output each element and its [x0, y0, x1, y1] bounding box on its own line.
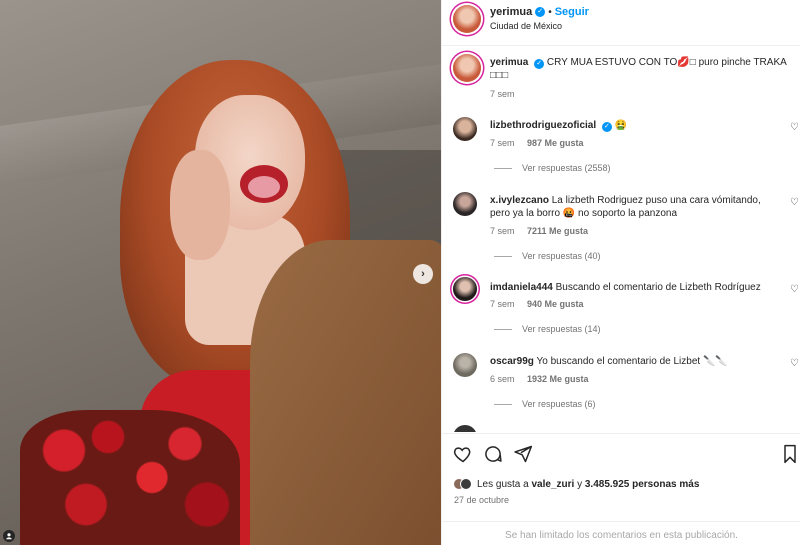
view-replies-button[interactable]: Ver respuestas (6) — [494, 399, 596, 409]
view-replies-button[interactable]: Ver respuestas (40) — [494, 251, 601, 261]
comments-list[interactable]: yerimua ✓ CRY MUA ESTUVO CON TO💋□ puro p… — [442, 47, 800, 432]
liker-avatar — [460, 478, 472, 490]
photo-tongue — [248, 176, 280, 198]
view-replies-button[interactable]: Ver respuestas (2558) — [494, 163, 611, 173]
follow-button[interactable]: Seguir — [555, 6, 589, 18]
separator-dot: • — [548, 6, 552, 18]
replies-divider — [494, 168, 512, 170]
comment-avatar[interactable] — [453, 353, 477, 377]
comment-avatar[interactable] — [453, 277, 477, 301]
post-image[interactable]: › — [0, 0, 441, 545]
post-actions: Les gusta a vale_zuri y 3.485.925 person… — [442, 433, 800, 545]
header-user-row: yerimua ✓ • Seguir — [490, 6, 589, 18]
share-icon[interactable] — [513, 444, 533, 464]
comment-text: Buscando el comentario de Lizbeth Rodríg… — [555, 282, 761, 293]
comment-time[interactable]: 6 sem — [490, 374, 515, 384]
bookmark-icon[interactable] — [781, 444, 800, 464]
heart-icon[interactable]: ♡ — [790, 197, 799, 208]
verified-badge-icon: ✓ — [601, 122, 612, 132]
comment-text-block: x.ivylezcano La lizbeth Rodriguez puso u… — [490, 194, 782, 220]
post-date[interactable]: 27 de octubre — [454, 495, 509, 505]
comment-meta: 7 sem 987 Me gusta — [490, 138, 594, 148]
likes-summary[interactable]: Les gusta a vale_zuri y 3.485.925 person… — [453, 478, 699, 490]
comment-time[interactable]: 7 sem — [490, 299, 515, 309]
caption-avatar[interactable] — [453, 54, 481, 82]
comment-likes[interactable]: 7211 Me gusta — [527, 226, 588, 236]
replies-divider — [494, 404, 512, 406]
comment-avatar[interactable] — [453, 192, 477, 216]
comments-limited-notice: Se han limitado los comentarios en esta … — [442, 521, 800, 545]
location-link[interactable]: Ciudad de México — [490, 21, 562, 31]
likes-middle: y — [574, 478, 585, 490]
caption-time[interactable]: 7 sem — [490, 89, 515, 99]
comment-avatar[interactable] — [453, 117, 477, 141]
post-caption: yerimua ✓ CRY MUA ESTUVO CON TO💋□ puro p… — [490, 56, 790, 82]
comment-text-block: lizbethrodriguezoficial ✓ 🤮 — [490, 119, 782, 132]
comment-icon[interactable] — [483, 444, 503, 464]
comment-username[interactable]: lizbethrodriguezoficial — [490, 120, 596, 131]
photo-hand — [170, 150, 230, 260]
photo-flowers — [20, 410, 240, 545]
comment-avatar[interactable] — [453, 425, 477, 432]
verified-badge-icon: ✓ — [535, 7, 546, 17]
photo-jacket — [250, 240, 441, 545]
comment-text: 🤮 — [614, 120, 628, 131]
likes-text: Les gusta a vale_zuri y 3.485.925 person… — [477, 479, 699, 490]
comment-username[interactable]: x.ivylezcano — [490, 195, 549, 206]
replies-divider — [494, 256, 512, 258]
heart-icon[interactable]: ♡ — [790, 284, 799, 295]
comment-text-block: oscar99g Yo buscando el comentario de Li… — [490, 355, 782, 368]
comment-time[interactable]: 7 sem — [490, 138, 515, 148]
username-link[interactable]: yerimua — [490, 6, 532, 18]
chevron-right-icon[interactable]: › — [413, 264, 433, 284]
view-replies-label: Ver respuestas (40) — [522, 251, 601, 261]
view-replies-label: Ver respuestas (2558) — [522, 163, 611, 173]
comment-time[interactable]: 7 sem — [490, 226, 515, 236]
comment-text: Yo buscando el comentario de Lizbet 🔪🔪 — [536, 356, 728, 367]
view-replies-label: Ver respuestas (14) — [522, 324, 601, 334]
view-replies-label: Ver respuestas (6) — [522, 399, 596, 409]
comment-username[interactable]: imdaniela444 — [490, 282, 553, 293]
heart-icon[interactable]: ♡ — [790, 122, 799, 133]
avatar[interactable] — [453, 5, 481, 33]
verified-badge-icon: ✓ — [534, 59, 545, 69]
post-header: yerimua ✓ • Seguir Ciudad de México — [442, 0, 800, 46]
heart-icon[interactable] — [453, 444, 473, 464]
comment-likes[interactable]: 940 Me gusta — [527, 299, 584, 309]
comment-likes[interactable]: 1932 Me gusta — [527, 374, 589, 384]
likes-prefix: Les gusta a — [477, 478, 532, 490]
heart-icon[interactable]: ♡ — [790, 358, 799, 369]
user-tag-icon[interactable] — [3, 530, 15, 542]
view-replies-button[interactable]: Ver respuestas (14) — [494, 324, 601, 334]
comment-username[interactable]: oscar99g — [490, 356, 534, 367]
comment-meta: 7 sem 7211 Me gusta — [490, 226, 598, 236]
comment-text-block: imdaniela444 Buscando el comentario de L… — [490, 281, 782, 294]
post-panel: yerimua ✓ • Seguir Ciudad de México yeri… — [441, 0, 800, 545]
likes-count[interactable]: 3.485.925 personas más — [585, 479, 700, 490]
comment-meta: 6 sem 1932 Me gusta — [490, 374, 599, 384]
comment-likes[interactable]: 987 Me gusta — [527, 138, 584, 148]
caption-username[interactable]: yerimua — [490, 57, 528, 68]
replies-divider — [494, 329, 512, 331]
liker-username[interactable]: vale_zuri — [531, 479, 574, 490]
comment-meta: 7 sem 940 Me gusta — [490, 299, 594, 309]
